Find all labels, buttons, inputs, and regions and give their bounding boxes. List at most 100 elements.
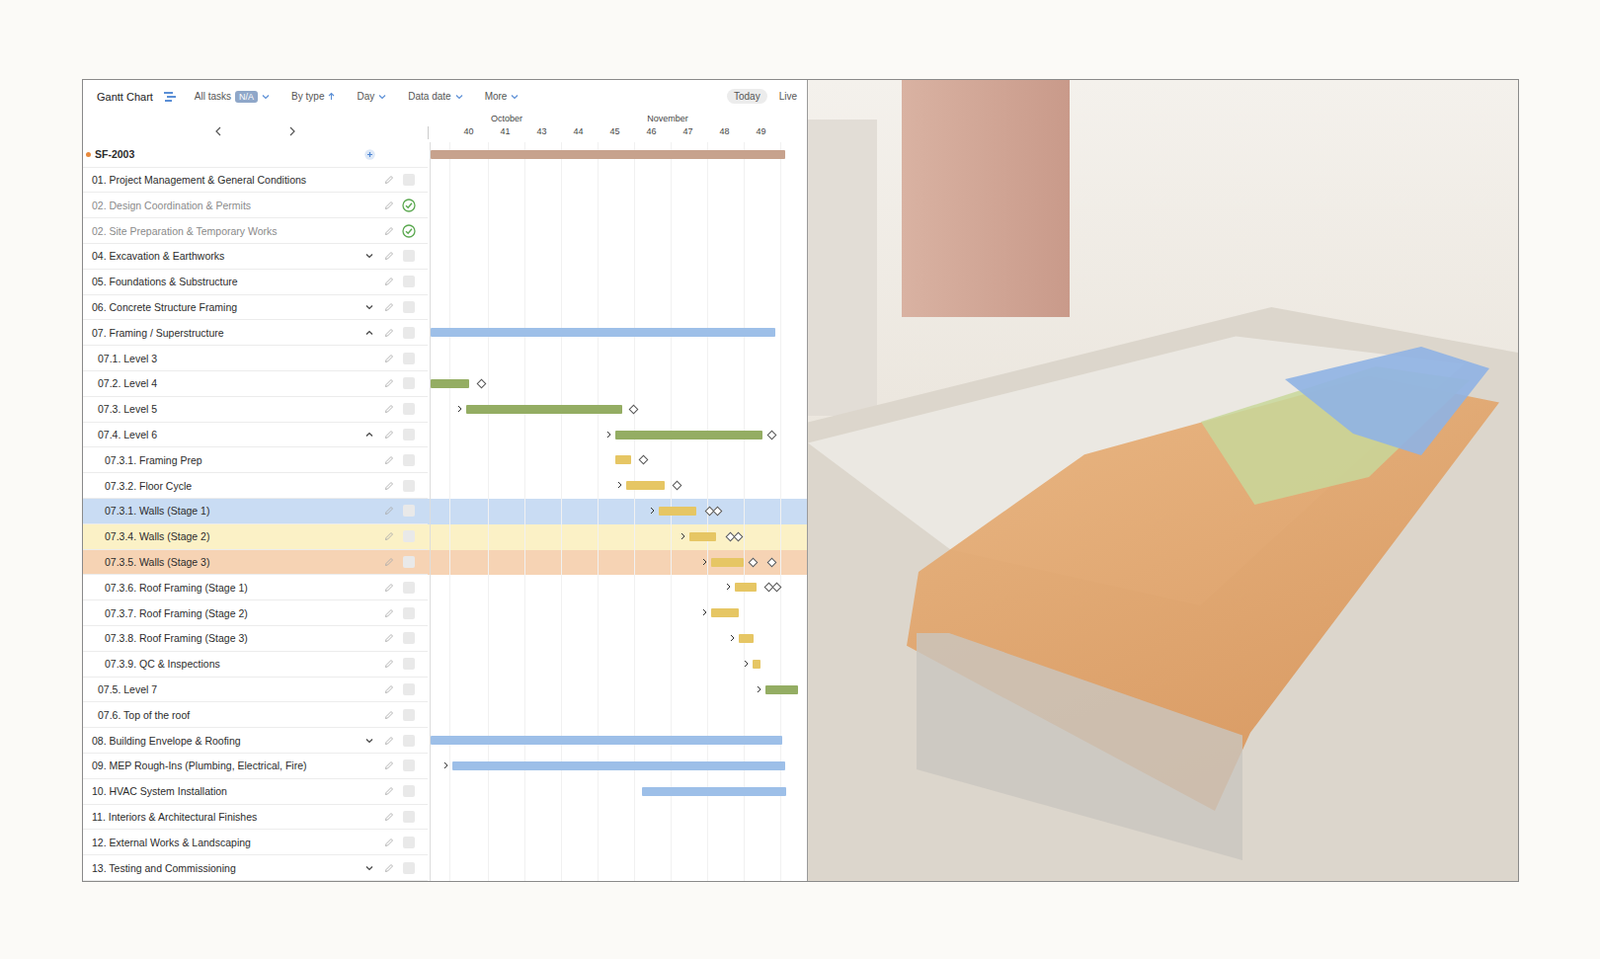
task-row[interactable]: 06. Concrete Structure Framing (82, 295, 807, 321)
task-bar[interactable] (752, 659, 761, 669)
task-bar[interactable] (658, 506, 696, 516)
pencil-icon[interactable] (384, 480, 395, 491)
pencil-icon[interactable] (384, 786, 395, 797)
chevron-up-icon[interactable] (365, 431, 374, 438)
task-row[interactable]: 07.3.2. Floor Cycle (82, 473, 807, 499)
status-box[interactable] (402, 454, 415, 467)
chevron-down-icon[interactable] (455, 93, 464, 100)
task-bar[interactable] (689, 532, 718, 542)
pencil-icon[interactable] (384, 837, 395, 848)
group-button[interactable]: By type (291, 90, 335, 102)
task-row[interactable]: 07.3.7. Roof Framing (Stage 2) (82, 600, 807, 627)
task-row[interactable]: 07.3.4. Walls (Stage 2) (82, 524, 807, 551)
task-row[interactable]: 07.4. Level 6 (82, 422, 807, 449)
more-dropdown[interactable]: More (484, 90, 520, 102)
chevron-up-icon[interactable] (365, 329, 374, 336)
milestone[interactable] (768, 431, 776, 439)
task-row[interactable]: 11. Interiors & Architectural Finishes (82, 804, 807, 831)
chevron-down-icon[interactable] (378, 93, 387, 100)
task-row[interactable]: 07.3.1. Walls (Stage 1) (82, 498, 807, 525)
status-box[interactable] (402, 530, 415, 543)
pencil-icon[interactable] (384, 684, 395, 695)
task-row[interactable]: 08. Building Envelope & Roofing (82, 727, 807, 754)
task-row[interactable]: 07.5. Level 7 (82, 677, 807, 704)
status-box[interactable] (402, 709, 415, 721)
task-bar[interactable] (452, 761, 786, 771)
pencil-icon[interactable] (384, 403, 395, 414)
pencil-icon[interactable] (384, 608, 395, 619)
task-bar[interactable] (734, 582, 757, 592)
pencil-icon[interactable] (384, 226, 395, 237)
live-button[interactable]: Live (779, 90, 798, 102)
pencil-icon[interactable] (384, 174, 395, 185)
status-box[interactable] (402, 428, 415, 441)
milestone[interactable] (768, 559, 776, 566)
chevron-right-icon[interactable] (288, 126, 297, 137)
status-box[interactable] (402, 326, 415, 339)
task-bar[interactable] (765, 685, 799, 695)
task-bar[interactable] (711, 608, 739, 618)
pencil-icon[interactable] (384, 353, 395, 364)
pencil-icon[interactable] (384, 327, 395, 338)
task-row[interactable]: 01. Project Management & General Conditi… (82, 167, 807, 194)
pencil-icon[interactable] (384, 863, 395, 874)
status-box[interactable] (402, 377, 415, 390)
status-box[interactable] (402, 657, 415, 670)
pencil-icon[interactable] (384, 378, 395, 389)
gantt-icon[interactable] (162, 90, 177, 103)
milestone[interactable] (726, 533, 742, 541)
status-box[interactable] (402, 301, 415, 314)
task-bar[interactable] (430, 327, 776, 337)
status-box[interactable] (402, 734, 415, 747)
chevron-down-icon[interactable] (261, 93, 270, 100)
chevron-left-icon[interactable] (214, 126, 223, 137)
pencil-icon[interactable] (384, 505, 395, 516)
pencil-icon[interactable] (384, 455, 395, 466)
pencil-icon[interactable] (384, 658, 395, 669)
task-row[interactable]: 07. Framing / Superstructure (82, 320, 807, 346)
milestone[interactable] (706, 507, 721, 515)
status-box[interactable] (402, 556, 415, 568)
status-box[interactable] (402, 607, 415, 620)
task-row[interactable]: 05. Foundations & Substructure (82, 269, 807, 296)
pencil-icon[interactable] (384, 811, 395, 822)
task-bar[interactable] (641, 787, 787, 797)
status-box[interactable] (402, 581, 415, 594)
milestone[interactable] (640, 456, 647, 464)
status-box[interactable] (402, 810, 415, 823)
status-box[interactable] (402, 402, 415, 415)
task-row[interactable]: 07.2. Level 4 (82, 371, 807, 398)
task-row[interactable]: 07.3.1. Framing Prep (82, 447, 807, 474)
task-bar[interactable] (430, 150, 786, 160)
task-bar[interactable] (626, 480, 665, 490)
chevron-down-icon[interactable] (510, 93, 519, 100)
task-row[interactable]: 07.3.8. Roof Framing (Stage 3) (82, 626, 807, 652)
status-box[interactable] (402, 352, 415, 365)
task-row[interactable]: 10. HVAC System Installation (82, 779, 807, 805)
task-row[interactable]: 04. Excavation & Earthworks (82, 243, 807, 270)
milestone[interactable] (749, 559, 757, 566)
milestone[interactable] (765, 583, 781, 591)
pencil-icon[interactable] (384, 200, 395, 211)
task-bar[interactable] (430, 379, 470, 389)
milestone[interactable] (673, 481, 681, 489)
task-row[interactable]: 02. Site Preparation & Temporary Works (82, 218, 807, 244)
pencil-icon[interactable] (384, 633, 395, 643)
task-row[interactable]: 07.3.5. Walls (Stage 3) (82, 550, 807, 576)
filter-dropdown[interactable]: All tasksN/A (194, 90, 270, 103)
pencil-icon[interactable] (384, 302, 395, 313)
task-bar[interactable] (466, 404, 623, 414)
status-box[interactable] (402, 785, 415, 798)
task-bar[interactable] (615, 455, 632, 465)
task-row[interactable]: 07.6. Top of the roof (82, 702, 807, 728)
task-bar[interactable] (430, 735, 783, 745)
milestone[interactable] (478, 380, 485, 388)
task-row[interactable]: 07.3.6. Roof Framing (Stage 1) (82, 574, 807, 601)
task-row[interactable]: 07.3.9. QC & Inspections (82, 651, 807, 678)
status-box[interactable] (402, 249, 415, 262)
chevron-down-icon[interactable] (365, 304, 374, 311)
task-row[interactable]: 07.1. Level 3 (82, 345, 807, 372)
chevron-down-icon[interactable] (365, 737, 374, 744)
task-bar[interactable] (711, 558, 744, 567)
status-box[interactable] (402, 683, 415, 696)
